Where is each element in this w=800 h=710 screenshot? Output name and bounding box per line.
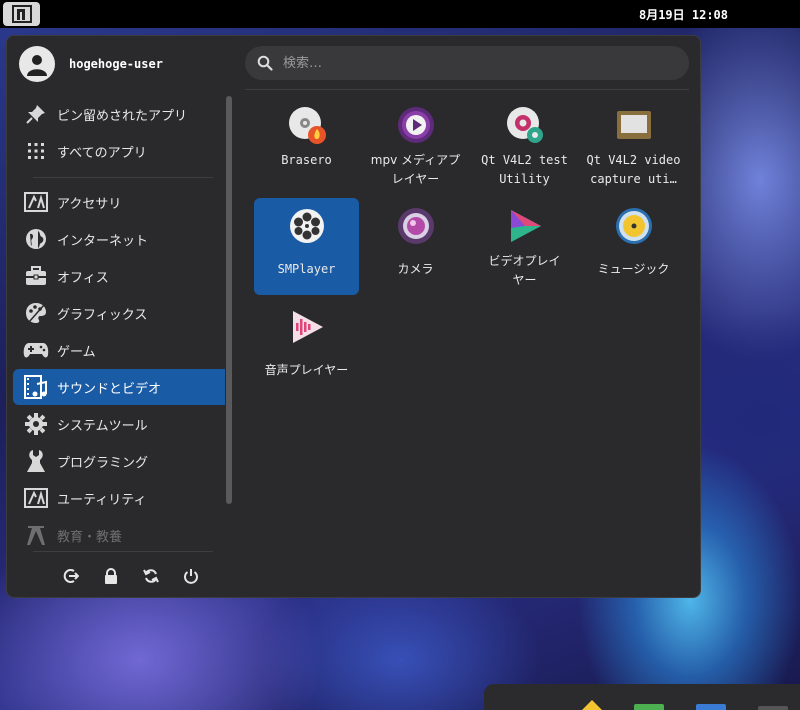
app-label: ミュージック: [597, 262, 670, 276]
category-label: グラフィックス: [57, 307, 148, 323]
dock-app-icon[interactable]: [634, 704, 664, 710]
category-label: アクセサリ: [57, 196, 122, 212]
pin-icon: [23, 101, 49, 127]
accessories-icon: [23, 189, 49, 215]
category-accessories[interactable]: アクセサリ: [13, 184, 225, 220]
gamepad-icon: [23, 337, 49, 363]
smplayer-icon: [287, 206, 327, 246]
app-label: 音声プレイヤー: [264, 363, 349, 377]
search-box[interactable]: [245, 46, 689, 80]
category-label: ユーティリティ: [57, 492, 147, 508]
top-panel: 8月19日 12:08: [0, 0, 800, 28]
grid-icon: [23, 138, 49, 164]
lock-icon: [105, 568, 117, 584]
category-games[interactable]: ゲーム: [13, 332, 225, 368]
app-audio-player[interactable]: 音声プレイヤー: [254, 299, 359, 396]
app-mpv[interactable]: mpv メディアプ レイヤー: [363, 97, 468, 194]
restart-button[interactable]: [131, 564, 171, 588]
category-programming[interactable]: プログラミング: [13, 443, 225, 479]
divider: [33, 551, 213, 552]
category-pinned[interactable]: ピン留めされたアプリ: [13, 96, 225, 132]
app-label: カメラ: [397, 262, 434, 276]
divider: [245, 89, 689, 90]
category-label: ゲーム: [57, 344, 96, 360]
restart-icon: [143, 569, 159, 583]
app-label: Brasero: [281, 153, 332, 167]
app-label: SMPlayer: [277, 262, 336, 276]
category-graphics[interactable]: グラフィックス: [13, 295, 225, 331]
globe-icon: [23, 226, 49, 252]
music-icon: [614, 206, 654, 246]
username: hogehoge-user: [69, 57, 163, 71]
divider: [33, 177, 213, 178]
dock-app-icon[interactable]: [582, 700, 602, 710]
search-icon: [257, 55, 273, 71]
user-icon: [27, 55, 47, 76]
category-education[interactable]: 教育・教養: [13, 517, 225, 553]
utilities-icon: [23, 485, 49, 511]
category-label: ピン留めされたアプリ: [57, 108, 188, 124]
power-button[interactable]: [171, 564, 211, 588]
film-music-icon: [23, 374, 49, 400]
mpv-icon: [396, 105, 436, 145]
app-label: ビデオプレイ ヤー: [488, 254, 561, 287]
camera-icon: [396, 206, 436, 246]
gear-icon: [23, 411, 49, 437]
qv4l2-icon: [505, 105, 545, 145]
category-label: すべてのアプリ: [57, 145, 147, 161]
app-video-player[interactable]: ビデオプレイ ヤー: [472, 198, 577, 295]
education-icon: [23, 522, 49, 548]
session-actions: [51, 564, 211, 588]
dock-app-icon[interactable]: [696, 704, 726, 710]
dock-app-icon[interactable]: [758, 706, 788, 710]
briefcase-icon: [23, 263, 49, 289]
wrench-icon: [23, 448, 49, 474]
clock[interactable]: 8月19日 12:08: [639, 6, 728, 23]
app-label: Qt V4L2 test Utility: [481, 153, 568, 186]
app-qv4l2[interactable]: Qt V4L2 test Utility: [472, 97, 577, 194]
category-utilities[interactable]: ユーティリティ: [13, 480, 225, 516]
category-scrollbar[interactable]: [226, 96, 232, 504]
logout-button[interactable]: [51, 564, 91, 588]
app-camera[interactable]: カメラ: [363, 198, 468, 295]
category-internet[interactable]: インターネット: [13, 221, 225, 257]
dock-panel: [484, 684, 800, 710]
brasero-icon: [287, 105, 327, 145]
video-player-icon: [505, 206, 545, 246]
app-smplayer[interactable]: SMPlayer: [254, 198, 359, 295]
category-label: システムツール: [57, 418, 148, 434]
qvidcap-icon: [614, 105, 654, 145]
category-office[interactable]: オフィス: [13, 258, 225, 294]
power-icon: [184, 569, 198, 584]
logout-icon: [63, 569, 79, 583]
category-label: オフィス: [57, 270, 109, 286]
category-label: インターネット: [57, 233, 149, 249]
app-qvidcap[interactable]: Qt V4L2 video capture uti…: [581, 97, 686, 194]
audio-player-icon: [287, 307, 327, 347]
category-label: サウンドとビデオ: [57, 381, 162, 397]
category-label: 教育・教養: [57, 529, 123, 545]
app-menu-button[interactable]: [3, 2, 40, 26]
search-input[interactable]: [281, 54, 689, 72]
distro-logo-icon: [11, 5, 32, 23]
category-label: プログラミング: [57, 455, 149, 471]
lock-button[interactable]: [91, 564, 131, 588]
category-sound-video[interactable]: サウンドとビデオ: [13, 369, 225, 405]
app-music[interactable]: ミュージック: [581, 198, 686, 295]
app-label: Qt V4L2 video capture uti…: [586, 153, 681, 186]
app-label: mpv メディアプ レイヤー: [370, 153, 461, 186]
palette-icon: [23, 300, 49, 326]
category-all-apps[interactable]: すべてのアプリ: [13, 133, 225, 169]
avatar: [19, 46, 55, 82]
app-brasero[interactable]: Brasero: [254, 97, 359, 194]
user-info[interactable]: hogehoge-user: [19, 46, 163, 82]
application-menu: hogehoge-user ピン留めされたアプリ すべてのアプリ: [6, 35, 701, 598]
category-system-tools[interactable]: システムツール: [13, 406, 225, 442]
